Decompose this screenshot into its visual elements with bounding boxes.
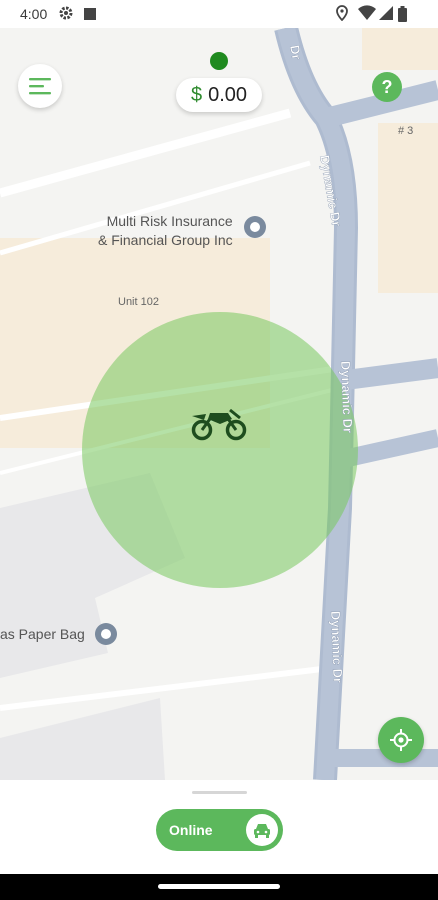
location-icon bbox=[336, 5, 348, 26]
building-block bbox=[362, 28, 438, 70]
poi-pin-icon[interactable] bbox=[244, 216, 266, 238]
home-gesture-bar[interactable] bbox=[158, 884, 280, 889]
menu-button[interactable] bbox=[18, 64, 62, 108]
poi-label[interactable]: Multi Risk Insurance & Financial Group I… bbox=[98, 212, 233, 250]
signal-icon bbox=[379, 5, 393, 26]
menu-icon bbox=[29, 78, 51, 95]
building-number: # 3 bbox=[398, 125, 414, 137]
map-view[interactable]: Dr Dynamic Dr Dynamic Dr Dynamic Dr Mult… bbox=[0, 28, 438, 780]
unit-label: Unit 102 bbox=[118, 296, 159, 308]
crosshair-icon bbox=[390, 729, 412, 751]
status-bar: 4:00 bbox=[0, 0, 438, 28]
help-icon: ? bbox=[381, 76, 393, 97]
car-icon bbox=[254, 824, 270, 838]
poi-name-line: Multi Risk Insurance bbox=[106, 213, 233, 229]
locate-button[interactable] bbox=[378, 717, 424, 763]
poi-pin-icon[interactable] bbox=[95, 623, 117, 645]
square-icon bbox=[84, 7, 96, 25]
help-button[interactable]: ? bbox=[372, 72, 402, 102]
battery-icon bbox=[398, 6, 407, 27]
settings-icon bbox=[58, 5, 74, 26]
road-label: Dr bbox=[287, 44, 304, 61]
system-nav-bar bbox=[0, 874, 438, 900]
balance-pill[interactable]: $ 0.00 bbox=[176, 78, 262, 112]
balance-amount: 0.00 bbox=[208, 83, 248, 106]
status-time: 4:00 bbox=[20, 6, 48, 22]
sheet-drag-handle[interactable] bbox=[192, 791, 247, 794]
road-label: Dynamic Dr bbox=[328, 611, 346, 684]
bottom-sheet: Online bbox=[0, 780, 438, 874]
poi-name-line: & Financial Group Inc bbox=[98, 232, 233, 248]
road-label: Dynamic Dr bbox=[338, 361, 356, 434]
building-gray bbox=[0, 698, 165, 780]
building-block bbox=[378, 123, 438, 293]
wifi-icon bbox=[358, 5, 376, 26]
online-status-dot bbox=[210, 52, 228, 70]
service-radius-circle bbox=[82, 312, 358, 588]
toggle-knob[interactable] bbox=[246, 814, 278, 846]
poi-name-line: as Paper Bag bbox=[0, 626, 85, 642]
currency-symbol: $ bbox=[190, 83, 203, 106]
online-toggle[interactable]: Online bbox=[156, 809, 283, 851]
poi-label[interactable]: as Paper Bag bbox=[0, 625, 85, 644]
map-canvas: Dr Dynamic Dr Dynamic Dr Dynamic Dr bbox=[0, 28, 438, 780]
toggle-label: Online bbox=[169, 822, 213, 838]
